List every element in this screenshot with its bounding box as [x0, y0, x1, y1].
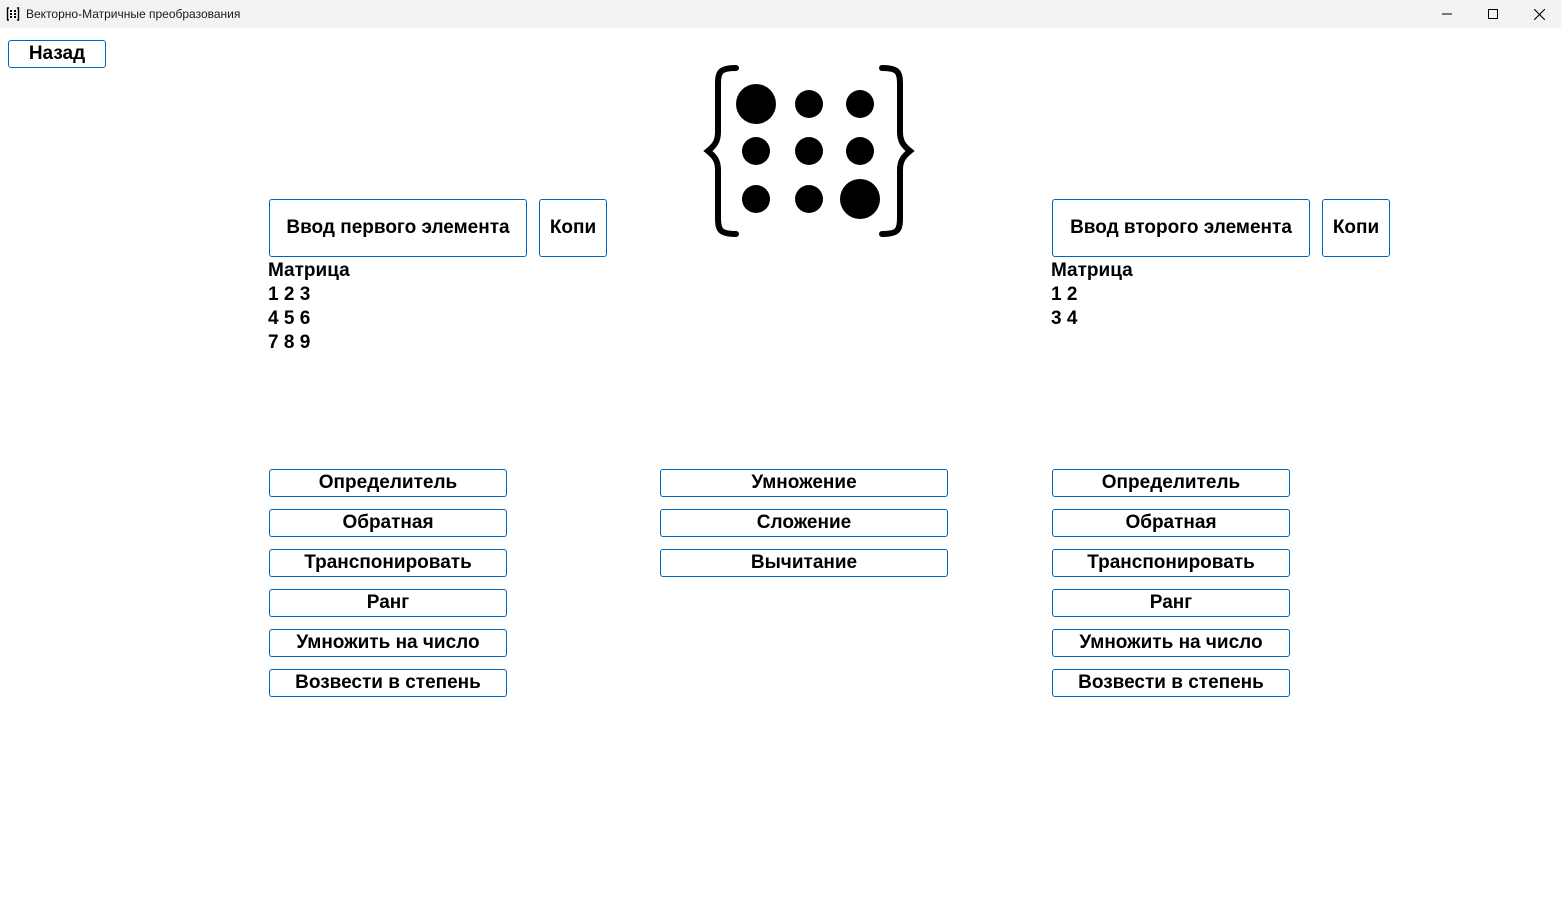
first-matrix-row: 7 8 9 [268, 332, 311, 353]
first-matrix-row: 4 5 6 [268, 308, 311, 329]
second-matrix-title: Матрица [1051, 260, 1133, 281]
window-title: Векторно-Матричные преобразования [26, 7, 241, 21]
second-inverse-button[interactable]: Обратная [1052, 509, 1290, 537]
first-matrix-display: Матрица 1 2 3 4 5 6 7 8 9 [268, 259, 350, 355]
second-multiply-by-number-button[interactable]: Умножить на число [1052, 629, 1290, 657]
second-matrix-row: 1 2 [1051, 284, 1078, 305]
minimize-button[interactable] [1424, 0, 1470, 28]
first-transpose-button[interactable]: Транспонировать [269, 549, 507, 577]
first-matrix-title: Матрица [268, 260, 350, 281]
maximize-button[interactable] [1470, 0, 1516, 28]
second-determinant-button[interactable]: Определитель [1052, 469, 1290, 497]
subtract-button[interactable]: Вычитание [660, 549, 948, 577]
first-inverse-button[interactable]: Обратная [269, 509, 507, 537]
matrix-braces-icon [6, 7, 20, 21]
copy-second-button[interactable]: Копи [1322, 199, 1390, 257]
close-button[interactable] [1516, 0, 1561, 28]
second-power-button[interactable]: Возвести в степень [1052, 669, 1290, 697]
second-matrix-display: Матрица 1 2 3 4 [1051, 259, 1133, 331]
maximize-icon [1488, 9, 1498, 19]
add-button[interactable]: Сложение [660, 509, 948, 537]
first-power-button[interactable]: Возвести в степень [269, 669, 507, 697]
first-rank-button[interactable]: Ранг [269, 589, 507, 617]
second-matrix-row: 3 4 [1051, 308, 1078, 329]
second-transpose-button[interactable]: Транспонировать [1052, 549, 1290, 577]
close-icon [1533, 8, 1545, 20]
input-first-element-button[interactable]: Ввод первого элемента [269, 199, 527, 257]
minimize-icon [1442, 13, 1452, 15]
matrix-dots-logo [703, 65, 915, 237]
first-matrix-row: 1 2 3 [268, 284, 311, 305]
input-second-element-button[interactable]: Ввод второго элемента [1052, 199, 1310, 257]
copy-first-button[interactable]: Копи [539, 199, 607, 257]
window-titlebar: Векторно-Матричные преобразования [0, 0, 1561, 28]
first-determinant-button[interactable]: Определитель [269, 469, 507, 497]
first-multiply-by-number-button[interactable]: Умножить на число [269, 629, 507, 657]
back-button[interactable]: Назад [8, 40, 106, 68]
multiply-button[interactable]: Умножение [660, 469, 948, 497]
second-rank-button[interactable]: Ранг [1052, 589, 1290, 617]
